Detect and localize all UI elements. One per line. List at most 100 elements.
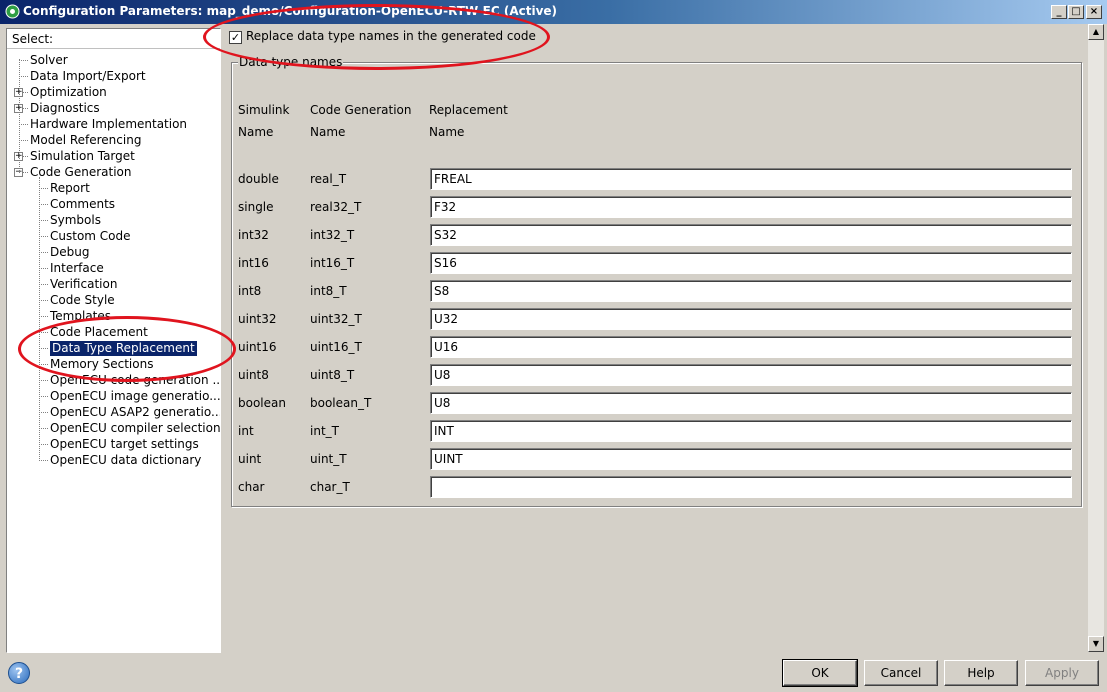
tree-item[interactable]: Optimization bbox=[30, 85, 107, 100]
ok-button[interactable]: OK bbox=[782, 659, 858, 687]
simulink-name: int16 bbox=[238, 256, 269, 270]
simulink-name: double bbox=[238, 172, 279, 186]
simulink-name: uint8 bbox=[238, 368, 269, 382]
replacement-name-input[interactable] bbox=[430, 476, 1072, 498]
help-icon[interactable]: ? bbox=[8, 662, 30, 684]
replacement-name-input[interactable]: F32 bbox=[430, 196, 1072, 218]
col-header-codegen: Code Generation bbox=[310, 103, 412, 117]
replacement-name-input[interactable]: UINT bbox=[430, 448, 1072, 470]
tree-connector bbox=[39, 177, 40, 461]
replace-names-checkbox[interactable]: ✓ bbox=[229, 31, 242, 44]
tree-item[interactable]: Templates bbox=[50, 309, 111, 324]
simulink-app-icon bbox=[5, 4, 20, 19]
tree-connector bbox=[39, 444, 48, 445]
tree-item[interactable]: Symbols bbox=[50, 213, 101, 228]
replacement-name-input[interactable]: INT bbox=[430, 420, 1072, 442]
window-title: Configuration Parameters: map_demo/Confi… bbox=[23, 4, 558, 18]
tree-item[interactable]: OpenECU code generation ... bbox=[50, 373, 220, 388]
tree-item[interactable]: Diagnostics bbox=[30, 101, 100, 116]
tree-item[interactable]: Code Style bbox=[50, 293, 115, 308]
codegen-name: int_T bbox=[310, 424, 339, 438]
tree-connector bbox=[39, 236, 48, 237]
col-subheader-codegen: Name bbox=[310, 125, 346, 139]
tree-connector bbox=[39, 412, 48, 413]
tree-item[interactable]: Code Placement bbox=[50, 325, 148, 340]
replacement-name-input[interactable]: U8 bbox=[430, 392, 1072, 414]
codegen-name: int32_T bbox=[310, 228, 355, 242]
tree-connector bbox=[39, 348, 48, 349]
codegen-name: uint_T bbox=[310, 452, 347, 466]
codegen-name: int8_T bbox=[310, 284, 347, 298]
apply-button[interactable]: Apply bbox=[1025, 660, 1099, 686]
replacement-name-input[interactable]: S8 bbox=[430, 280, 1072, 302]
tree-item[interactable]: Data Import/Export bbox=[30, 69, 146, 84]
tree-connector bbox=[39, 188, 48, 189]
tree-item[interactable]: Verification bbox=[50, 277, 117, 292]
tree-item[interactable]: Data Type Replacement bbox=[50, 341, 197, 356]
col-header-simulink: Simulink bbox=[238, 103, 290, 117]
vertical-scrollbar[interactable]: ▲ ▼ bbox=[1088, 24, 1104, 652]
tree-item[interactable]: OpenECU ASAP2 generatio... bbox=[50, 405, 220, 420]
tree-item[interactable]: Solver bbox=[30, 53, 68, 68]
cancel-button[interactable]: Cancel bbox=[864, 660, 938, 686]
tree-connector bbox=[39, 252, 48, 253]
tree-item[interactable]: Hardware Implementation bbox=[30, 117, 187, 132]
tree-item[interactable]: Report bbox=[50, 181, 90, 196]
replacement-name-input[interactable]: U8 bbox=[430, 364, 1072, 386]
tree-connector bbox=[19, 76, 28, 77]
codegen-name: uint32_T bbox=[310, 312, 362, 326]
scroll-down-icon[interactable]: ▼ bbox=[1088, 636, 1104, 652]
tree-item[interactable]: Memory Sections bbox=[50, 357, 153, 372]
replace-names-label[interactable]: Replace data type names in the generated… bbox=[246, 29, 536, 43]
close-button[interactable]: × bbox=[1086, 5, 1102, 19]
col-header-replacement: Replacement bbox=[429, 103, 508, 117]
tree-connector bbox=[39, 220, 48, 221]
tree-connector bbox=[39, 380, 48, 381]
simulink-name: single bbox=[238, 200, 274, 214]
simulink-name: int32 bbox=[238, 228, 269, 242]
tree-item[interactable]: Model Referencing bbox=[30, 133, 141, 148]
tree-item[interactable]: Interface bbox=[50, 261, 104, 276]
tree-connector bbox=[39, 284, 48, 285]
codegen-name: char_T bbox=[310, 480, 350, 494]
tree-connector bbox=[39, 268, 48, 269]
tree-item[interactable]: OpenECU target settings bbox=[50, 437, 199, 452]
title-bar: Configuration Parameters: map_demo/Confi… bbox=[0, 0, 1107, 24]
tree-item[interactable]: Custom Code bbox=[50, 229, 131, 244]
tree-item[interactable]: OpenECU compiler selection bbox=[50, 421, 220, 436]
tree-item[interactable]: OpenECU image generatio... bbox=[50, 389, 220, 404]
minimize-button[interactable]: _ bbox=[1051, 5, 1067, 19]
simulink-name: int bbox=[238, 424, 254, 438]
col-subheader-replacement: Name bbox=[429, 125, 465, 139]
tree-connector bbox=[19, 124, 28, 125]
maximize-button[interactable]: □ bbox=[1068, 5, 1084, 19]
settings-tree[interactable]: Select: Solver Data Import/Export + Optimiz… bbox=[6, 28, 221, 653]
help-button[interactable]: Help bbox=[944, 660, 1018, 686]
replacement-name-input[interactable]: S32 bbox=[430, 224, 1072, 246]
tree-item[interactable]: Comments bbox=[50, 197, 115, 212]
replacement-name-input[interactable]: U32 bbox=[430, 308, 1072, 330]
tree-item[interactable]: Code Generation bbox=[30, 165, 131, 180]
tree-connector bbox=[39, 204, 48, 205]
codegen-name: int16_T bbox=[310, 256, 355, 270]
tree-item[interactable]: Simulation Target bbox=[30, 149, 135, 164]
codegen-name: uint8_T bbox=[310, 368, 355, 382]
replacement-name-input[interactable]: U16 bbox=[430, 336, 1072, 358]
replacement-name-input[interactable]: S16 bbox=[430, 252, 1072, 274]
scroll-up-icon[interactable]: ▲ bbox=[1088, 24, 1104, 40]
tree-connector bbox=[39, 332, 48, 333]
tree-item[interactable]: OpenECU data dictionary bbox=[50, 453, 201, 468]
group-title: Data type names bbox=[238, 55, 344, 69]
codegen-name: boolean_T bbox=[310, 396, 372, 410]
simulink-name: uint16 bbox=[238, 340, 277, 354]
tree-connector bbox=[39, 428, 48, 429]
tree-connector bbox=[19, 140, 28, 141]
codegen-name: uint16_T bbox=[310, 340, 362, 354]
tree-item[interactable]: Debug bbox=[50, 245, 89, 260]
simulink-name: boolean bbox=[238, 396, 286, 410]
tree-connector bbox=[19, 60, 28, 61]
tree-connector bbox=[39, 316, 48, 317]
tree-connector bbox=[39, 364, 48, 365]
simulink-name: uint bbox=[238, 452, 262, 466]
replacement-name-input[interactable]: FREAL bbox=[430, 168, 1072, 190]
